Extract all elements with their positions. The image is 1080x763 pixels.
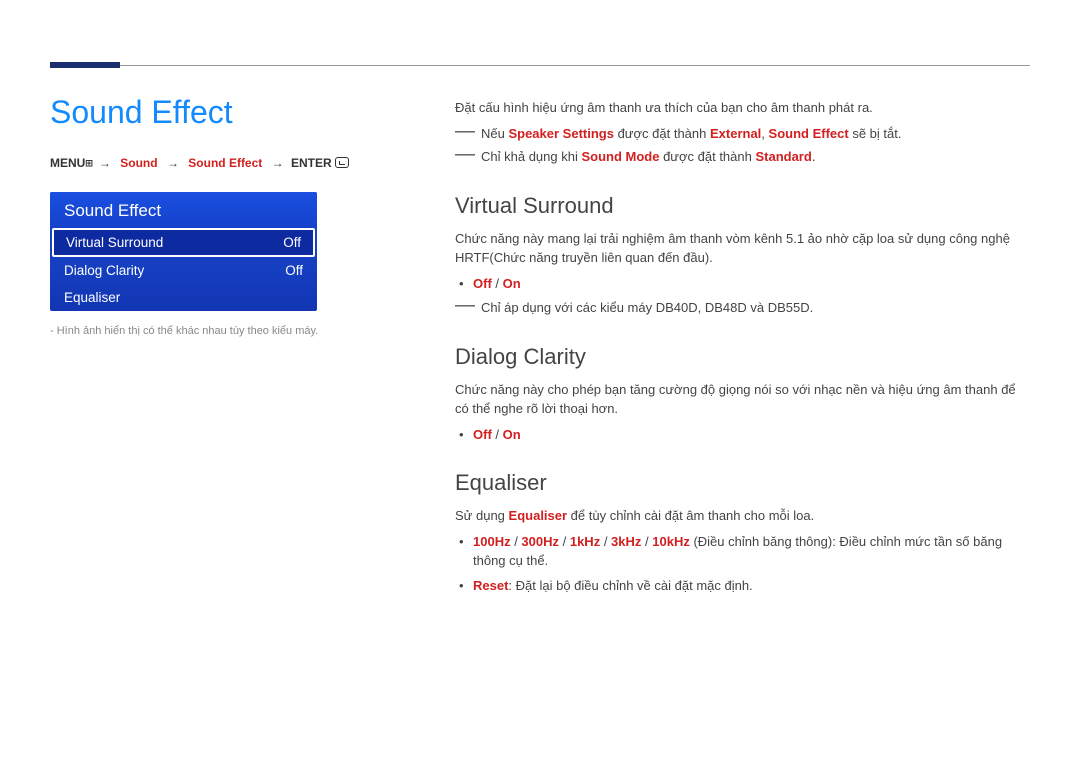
virtual-desc: Chức năng này mang lại trải nghiệm âm th… — [455, 229, 1030, 268]
breadcrumb-enter: ENTER — [291, 156, 332, 170]
arrow-icon: → — [167, 156, 179, 170]
osd-row-dialog-clarity[interactable]: Dialog Clarity Off — [50, 257, 317, 284]
equaliser-bands: 100Hz / 300Hz / 1kHz / 3kHz / 10kHz (Điề… — [455, 532, 1030, 571]
page-title: Sound Effect — [50, 94, 410, 131]
note-models: ― Chỉ áp dụng với các kiểu máy DB40D, DB… — [455, 298, 1030, 318]
section-dialog-clarity: Dialog Clarity — [455, 344, 1030, 370]
left-column: Sound Effect MENU⊞ → Sound → Sound Effec… — [50, 94, 410, 337]
dash-icon: ― — [455, 124, 475, 138]
equaliser-desc: Sử dụng Equaliser để tùy chỉnh cài đặt â… — [455, 506, 1030, 526]
osd-row-label: Dialog Clarity — [64, 263, 144, 278]
dialog-options: Off / On — [455, 425, 1030, 445]
osd-header: Sound Effect — [50, 192, 317, 228]
arrow-icon: → — [272, 156, 284, 170]
osd-row-equaliser[interactable]: Equaliser — [50, 284, 317, 311]
breadcrumb-sound-effect: Sound Effect — [188, 156, 262, 170]
note-sound-mode: ― Chỉ khả dụng khi Sound Mode được đặt t… — [455, 147, 1030, 167]
dash-icon: ― — [455, 298, 475, 312]
dash-icon: ― — [455, 147, 475, 161]
enter-icon — [335, 157, 349, 168]
intro-text: Đặt cấu hình hiệu ứng âm thanh ưa thích … — [455, 98, 1030, 118]
header-accent — [50, 62, 120, 68]
image-caption: - Hình ảnh hiển thị có thể khác nhau tùy… — [50, 325, 410, 337]
osd-row-virtual-surround[interactable]: Virtual Surround Off — [52, 228, 315, 257]
arrow-icon: → — [99, 156, 111, 170]
menu-grid-icon: ⊞ — [85, 156, 91, 170]
osd-row-value: Off — [285, 263, 303, 278]
section-virtual-surround: Virtual Surround — [455, 193, 1030, 219]
virtual-options: Off / On — [455, 274, 1030, 294]
section-equaliser: Equaliser — [455, 470, 1030, 496]
osd-row-label: Equaliser — [64, 290, 120, 305]
note-text: Chỉ áp dụng với các kiểu máy DB40D, DB48… — [481, 298, 813, 318]
note-text: Nếu Speaker Settings được đặt thành Exte… — [481, 124, 901, 144]
breadcrumb-sound: Sound — [120, 156, 157, 170]
dialog-desc: Chức năng này cho phép bạn tăng cường độ… — [455, 380, 1030, 419]
equaliser-reset: Reset: Đặt lại bộ điều chỉnh về cài đặt … — [455, 576, 1030, 596]
header-rule — [120, 65, 1030, 66]
note-speaker-settings: ― Nếu Speaker Settings được đặt thành Ex… — [455, 124, 1030, 144]
note-text: Chỉ khả dụng khi Sound Mode được đặt thà… — [481, 147, 815, 167]
breadcrumb-menu: MENU — [50, 156, 85, 170]
breadcrumb: MENU⊞ → Sound → Sound Effect → ENTER — [50, 156, 410, 170]
osd-panel: Sound Effect Virtual Surround Off Dialog… — [50, 192, 317, 311]
right-column: Đặt cấu hình hiệu ứng âm thanh ưa thích … — [455, 98, 1030, 600]
osd-row-value: Off — [283, 235, 301, 250]
osd-row-label: Virtual Surround — [66, 235, 163, 250]
